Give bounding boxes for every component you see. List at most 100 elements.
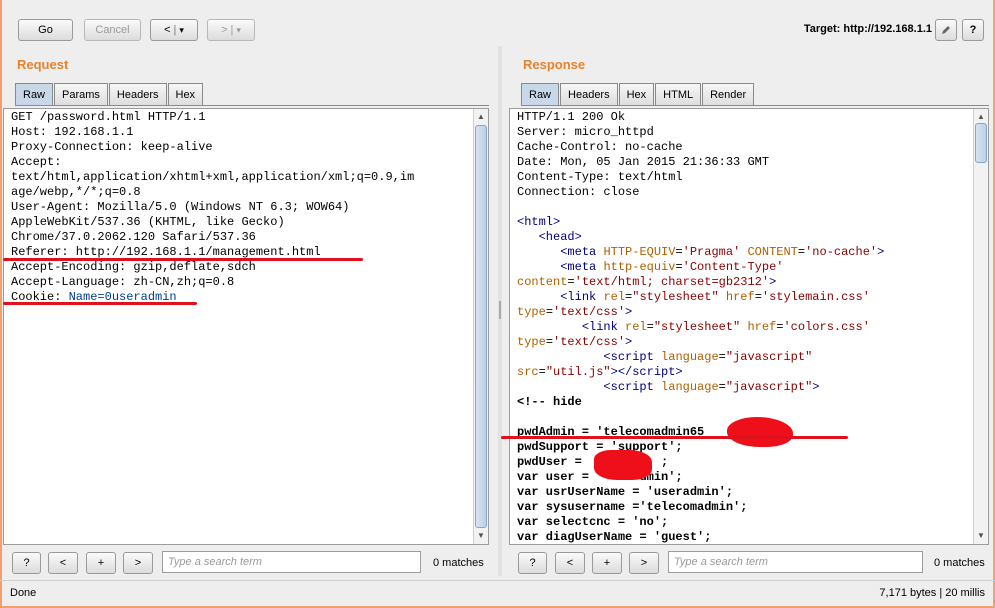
request-line: Chrome/37.0.2062.120 Safari/537.36 bbox=[11, 230, 256, 244]
response-help-button[interactable]: ? bbox=[518, 552, 547, 574]
response-size-timing: 7,171 bytes | 20 millis bbox=[879, 587, 985, 599]
chevron-right-icon: > bbox=[640, 557, 648, 569]
forward-label: > bbox=[221, 24, 228, 36]
response-tab-hex[interactable]: Hex bbox=[618, 83, 655, 105]
request-editor[interactable]: GET /password.html HTTP/1.1 Host: 192.168… bbox=[3, 108, 489, 545]
html-line: content='text/html; charset=gb2312'> bbox=[517, 275, 777, 289]
request-search-input[interactable]: Type a search term bbox=[162, 551, 421, 573]
request-line: Accept-Encoding: gzip,deflate,sdch bbox=[11, 260, 256, 274]
plus-icon: + bbox=[603, 557, 611, 569]
request-line: Host: 192.168.1.1 bbox=[11, 125, 134, 139]
forward-button[interactable]: > | ▾ bbox=[207, 19, 255, 41]
pane-divider[interactable] bbox=[498, 46, 502, 576]
response-tab-headers[interactable]: Headers bbox=[560, 83, 618, 105]
html-line: type='text/css'> bbox=[517, 305, 633, 319]
chevron-left-icon: < bbox=[566, 557, 574, 569]
go-button[interactable]: Go bbox=[18, 19, 73, 41]
request-matches-count: 0 matches bbox=[433, 557, 484, 569]
response-add-button[interactable]: + bbox=[592, 552, 622, 574]
search-placeholder: Type a search term bbox=[674, 556, 768, 568]
pwd-user-line: pwdUser = ; bbox=[517, 455, 669, 469]
redaction-mark bbox=[727, 417, 793, 447]
chevron-right-icon: > bbox=[134, 557, 142, 569]
response-tab-html[interactable]: HTML bbox=[655, 83, 702, 105]
back-button[interactable]: < | ▾ bbox=[150, 19, 198, 41]
response-line: Content-Type: text/html bbox=[517, 170, 683, 184]
request-line: GET /password.html HTTP/1.1 bbox=[11, 110, 206, 124]
target-label: Target: http://192.168.1.1 bbox=[803, 23, 932, 35]
html-line: <html> bbox=[517, 215, 561, 229]
plus-icon: + bbox=[97, 557, 105, 569]
response-editor[interactable]: HTTP/1.1 200 Ok Server: micro_httpd Cache-… bbox=[509, 108, 989, 545]
pwd-support-line: pwdSupport = 'support'; bbox=[517, 440, 683, 454]
help-icon: ? bbox=[969, 24, 977, 36]
back-label: < bbox=[164, 24, 171, 36]
cookie-underline-annotation bbox=[3, 302, 197, 305]
response-line: var usrUserName = 'useradmin'; bbox=[517, 485, 734, 499]
edit-target-button[interactable] bbox=[935, 19, 957, 41]
html-line: <head> bbox=[538, 230, 582, 244]
response-scroll-thumb[interactable] bbox=[975, 123, 987, 163]
html-line: <link rel="stylesheet" href='colors.css' bbox=[581, 320, 870, 334]
request-scroll-thumb[interactable] bbox=[475, 125, 487, 528]
help-button[interactable]: ? bbox=[962, 19, 984, 41]
request-line: text/html,application/xhtml+xml,applicat… bbox=[11, 170, 415, 184]
response-line: Connection: close bbox=[517, 185, 640, 199]
html-line: <script language="javascript" bbox=[603, 350, 813, 364]
redaction-mark bbox=[594, 450, 652, 480]
scroll-up-icon[interactable]: ▲ bbox=[474, 111, 488, 123]
response-tabs: Raw Headers Hex HTML Render bbox=[521, 83, 989, 106]
html-line: <meta http-equiv='Content-Type' bbox=[560, 260, 784, 274]
request-line: age/webp,*/*;q=0.8 bbox=[11, 185, 141, 199]
request-prev-button[interactable]: < bbox=[48, 552, 78, 574]
request-tab-hex[interactable]: Hex bbox=[167, 83, 204, 105]
html-line: src="util.js"></script> bbox=[517, 365, 683, 379]
response-next-button[interactable]: > bbox=[629, 552, 659, 574]
request-line: Proxy-Connection: keep-alive bbox=[11, 140, 213, 154]
request-tabs: Raw Params Headers Hex bbox=[15, 83, 489, 106]
request-tab-headers[interactable]: Headers bbox=[108, 83, 167, 105]
response-scrollbar[interactable]: ▲ ▼ bbox=[973, 109, 988, 544]
response-search-input[interactable]: Type a search term bbox=[668, 551, 923, 573]
response-line: var selectcnc = 'no'; bbox=[517, 515, 669, 529]
scroll-down-icon[interactable]: ▼ bbox=[474, 530, 488, 542]
html-line: <script language="javascript"> bbox=[603, 380, 820, 394]
request-add-button[interactable]: + bbox=[86, 552, 116, 574]
response-tab-raw[interactable]: Raw bbox=[521, 83, 560, 105]
html-line: <meta HTTP-EQUIV='Pragma' CONTENT='no-ca… bbox=[560, 245, 885, 259]
scroll-up-icon[interactable]: ▲ bbox=[974, 111, 988, 123]
response-line: HTTP/1.1 200 Ok bbox=[517, 110, 626, 124]
pwdadmin-underline-annotation bbox=[501, 436, 848, 439]
request-title: Request bbox=[17, 57, 69, 72]
help-icon: ? bbox=[23, 557, 30, 569]
response-line: var sysusername ='telecomadmin'; bbox=[517, 500, 748, 514]
scroll-down-icon[interactable]: ▼ bbox=[974, 530, 988, 542]
request-line: AppleWebKit/537.36 (KHTML, like Gecko) bbox=[11, 215, 285, 229]
request-tab-raw[interactable]: Raw bbox=[15, 83, 54, 105]
separator-icon: | bbox=[173, 24, 177, 36]
request-line: User-Agent: Mozilla/5.0 (Windows NT 6.3;… bbox=[11, 200, 350, 214]
response-tab-render[interactable]: Render bbox=[702, 83, 755, 105]
response-line: Cache-Control: no-cache bbox=[517, 140, 683, 154]
response-body: HTTP/1.1 200 Ok Server: micro_httpd Cache-… bbox=[517, 110, 885, 544]
html-line: type='text/css'> bbox=[517, 335, 633, 349]
status-divider bbox=[0, 580, 995, 581]
response-line: var diagUserName = 'guest'; bbox=[517, 530, 712, 544]
request-next-button[interactable]: > bbox=[123, 552, 153, 574]
request-line: Accept-Language: zh-CN,zh;q=0.8 bbox=[11, 275, 235, 289]
response-line: Server: micro_httpd bbox=[517, 125, 654, 139]
divider-grip bbox=[499, 301, 501, 319]
request-scrollbar[interactable]: ▲ ▼ bbox=[473, 109, 488, 544]
request-help-button[interactable]: ? bbox=[12, 552, 41, 574]
search-placeholder: Type a search term bbox=[168, 556, 262, 568]
response-prev-button[interactable]: < bbox=[555, 552, 585, 574]
response-matches-count: 0 matches bbox=[934, 557, 985, 569]
response-title: Response bbox=[523, 57, 586, 72]
pencil-icon bbox=[942, 26, 950, 34]
cancel-button[interactable]: Cancel bbox=[84, 19, 141, 41]
request-tab-params[interactable]: Params bbox=[54, 83, 108, 105]
request-body: GET /password.html HTTP/1.1 Host: 192.168… bbox=[11, 110, 414, 305]
chevron-down-icon: ▾ bbox=[236, 24, 241, 35]
referer-underline-annotation bbox=[3, 258, 363, 261]
separator-icon: | bbox=[230, 24, 234, 36]
